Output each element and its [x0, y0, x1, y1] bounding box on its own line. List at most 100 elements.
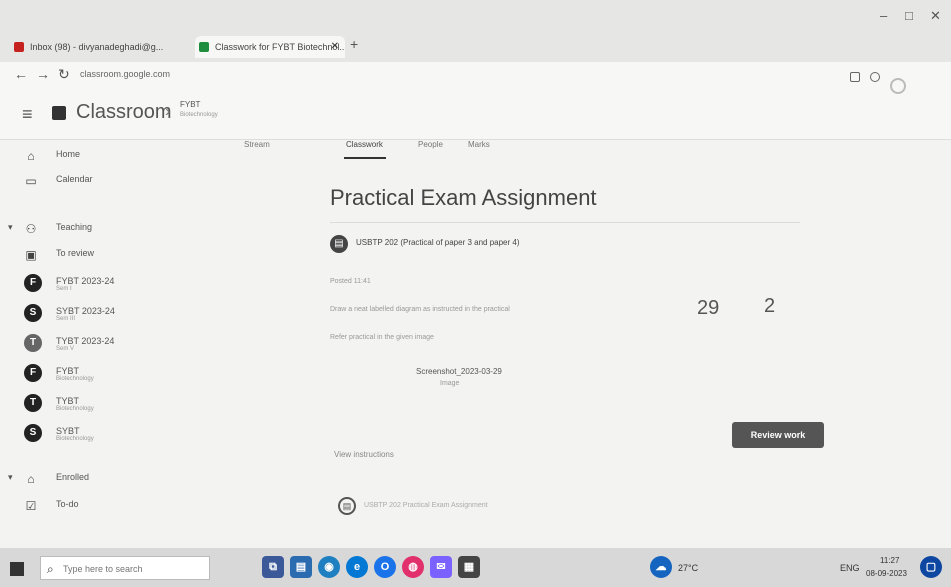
assignment-icon: ▤ — [330, 235, 348, 253]
sidebar-item-class[interactable]: T TYBT 2023-24 Sem V — [0, 332, 210, 354]
sidebar-item-label: To-do — [56, 499, 79, 509]
opera-icon[interactable]: O — [374, 556, 396, 578]
classroom-logo — [52, 106, 66, 120]
main-content: Stream Classwork People Marks Practical … — [210, 140, 951, 540]
tab-classwork[interactable]: Classwork — [346, 140, 383, 149]
tab-people[interactable]: People — [418, 140, 443, 149]
sidebar-item-sub: Sem V — [56, 346, 75, 352]
class-avatar: S — [24, 424, 42, 442]
assignment-instruction: Refer practical in the given image — [330, 334, 434, 341]
sidebar-item-class[interactable]: S SYBT 2023-24 Sem III — [0, 302, 210, 324]
url-field[interactable]: classroom.google.com — [80, 69, 170, 79]
attachment-name: Screenshot_2023-03-29 — [416, 367, 502, 376]
profile-icon[interactable] — [870, 72, 880, 82]
task-view-icon[interactable]: ⧉ — [262, 556, 284, 578]
maximize-icon[interactable]: □ — [905, 8, 913, 23]
course-line: USBTP 202 (Practical of paper 3 and pape… — [356, 238, 520, 247]
taskbar-search[interactable]: ⌕ — [40, 556, 210, 580]
extension-icon[interactable] — [850, 72, 860, 82]
breadcrumb-subtitle: Biotechnology — [180, 112, 218, 118]
sidebar-item-label: SYBT — [56, 426, 80, 436]
classroom-icon — [199, 42, 209, 52]
sidebar-item-class[interactable]: F FYBT Biotechnology — [0, 362, 210, 384]
sidebar-item-to-review[interactable]: ▣ To review — [0, 244, 210, 266]
search-input[interactable] — [63, 561, 203, 577]
sidebar-item-sub: Sem III — [56, 316, 76, 322]
class-avatar: T — [24, 334, 42, 352]
class-avatar: F — [24, 274, 42, 292]
browser-tab-classwork[interactable]: Classwork for FYBT Biotechnol... ✕ — [195, 36, 345, 58]
home-icon: ⌂ — [27, 149, 35, 163]
taskbar: ⌕ ⧉ ▤ ◉ e O ◍ ✉ ▦ ☁ 27°C ENG 11:27 08-09… — [0, 548, 951, 587]
sidebar-item-teaching[interactable]: ▾ ⚇ Teaching — [0, 218, 210, 240]
account-icon[interactable] — [890, 78, 906, 94]
tab-marks[interactable]: Marks — [468, 140, 490, 149]
chrome-icon[interactable]: ◉ — [318, 556, 340, 578]
review-work-button[interactable]: Review work — [732, 422, 824, 448]
sidebar-item-class[interactable]: S SYBT Biotechnology — [0, 422, 210, 444]
gmail-icon — [14, 42, 24, 52]
class-avatar: T — [24, 394, 42, 412]
sidebar-item-label: TYBT 2023-24 — [56, 336, 115, 346]
graduation-cap-icon: ⌂ — [27, 472, 35, 486]
browser-tab-inbox[interactable]: Inbox (98) - divyanadeghadi@g... — [10, 36, 185, 58]
divider — [330, 222, 800, 223]
sidebar-item-label: FYBT — [56, 366, 80, 376]
tab-stream[interactable]: Stream — [244, 140, 270, 149]
sidebar-item-sub: Biotechnology — [56, 436, 94, 442]
view-instructions-link[interactable]: View instructions — [334, 450, 394, 459]
app-icon[interactable]: ◍ — [402, 556, 424, 578]
class-avatar: S — [24, 304, 42, 322]
close-icon[interactable]: ✕ — [331, 36, 339, 58]
hamburger-icon[interactable]: ≡ — [22, 104, 33, 125]
store-icon[interactable]: ▦ — [458, 556, 480, 578]
calendar-icon: ▭ — [25, 174, 37, 188]
language-indicator[interactable]: ENG — [840, 563, 860, 573]
breadcrumb[interactable]: FYBT — [180, 100, 200, 109]
browser-tab-label: Classwork for FYBT Biotechnol... — [215, 42, 345, 52]
sidebar-item-enrolled[interactable]: ▾ ⌂ Enrolled — [0, 468, 210, 490]
turned-in-count[interactable]: 29 — [697, 297, 719, 320]
notifications-icon[interactable]: ▢ — [920, 556, 942, 578]
reload-icon[interactable]: ↻ — [58, 66, 70, 83]
chevron-down-icon[interactable]: ▾ — [8, 472, 13, 483]
new-tab-button[interactable]: + — [350, 36, 358, 52]
sidebar-item-class[interactable]: F FYBT 2023-24 Sem I — [0, 272, 210, 294]
sidebar-item-sub: Biotechnology — [56, 406, 94, 412]
brand-title[interactable]: Classroom — [76, 101, 172, 124]
attachment[interactable]: Screenshot_2023-03-29 Image — [330, 362, 540, 402]
search-icon: ⌕ — [47, 562, 54, 576]
minimize-icon[interactable]: – — [880, 8, 887, 23]
attachment-type: Image — [440, 380, 460, 387]
sidebar-item-label: Teaching — [56, 222, 93, 232]
back-icon[interactable]: ← — [14, 66, 28, 82]
weather-temp[interactable]: 27°C — [678, 563, 698, 573]
sidebar-item-label: TYBT — [56, 396, 80, 406]
sidebar-item-label: FYBT 2023-24 — [56, 276, 115, 286]
sidebar-item-class[interactable]: T TYBT Biotechnology — [0, 392, 210, 414]
browser-tab-bar: Inbox (98) - divyanadeghadi@g... Classwo… — [0, 0, 951, 62]
todo-icon: ☑ — [25, 499, 37, 513]
sidebar: ⌂ Home ▭ Calendar ▾ ⚇ Teaching ▣ To revi… — [0, 140, 210, 540]
sidebar-item-todo[interactable]: ☑ To-do — [0, 495, 210, 517]
windows-start-icon[interactable] — [10, 562, 24, 576]
file-explorer-icon[interactable]: ▤ — [290, 556, 312, 578]
sidebar-item-calendar[interactable]: ▭ Calendar — [0, 170, 210, 192]
assignment-description: Draw a neat labelled diagram as instruct… — [330, 306, 510, 313]
sidebar-item-home[interactable]: ⌂ Home — [0, 145, 210, 167]
mail-icon[interactable]: ✉ — [430, 556, 452, 578]
next-assignment[interactable]: USBTP 202 Practical Exam Assignment — [364, 502, 488, 509]
sidebar-item-sub: Biotechnology — [56, 376, 94, 382]
edge-icon[interactable]: e — [346, 556, 368, 578]
clock-time[interactable]: 11:27 — [880, 556, 899, 565]
weather-icon: ☁ — [650, 556, 672, 578]
sidebar-item-label: SYBT 2023-24 — [56, 306, 115, 316]
chevron-down-icon[interactable]: ▾ — [8, 222, 13, 233]
clock-date[interactable]: 08-09-2023 — [866, 569, 907, 578]
sidebar-item-label: To review — [56, 248, 95, 258]
sidebar-item-label: Enrolled — [56, 472, 90, 482]
assigned-count[interactable]: 2 — [764, 295, 775, 318]
window-close-icon[interactable]: ✕ — [930, 8, 941, 24]
forward-icon[interactable]: → — [36, 66, 50, 82]
posted-time: Posted 11:41 — [330, 278, 371, 285]
